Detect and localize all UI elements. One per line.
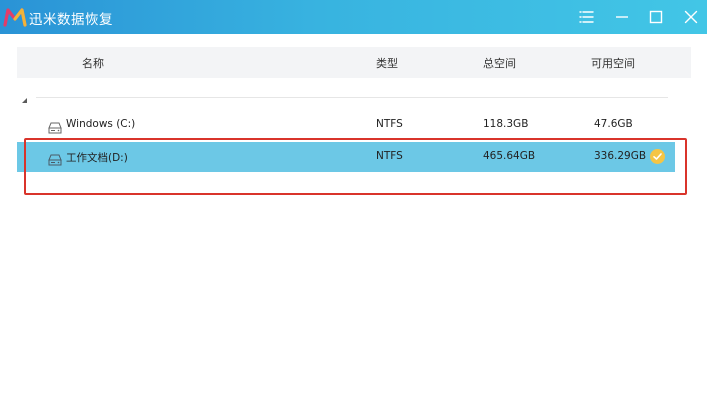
close-icon[interactable] [681,7,701,27]
column-header-free-space[interactable]: 可用空间 [591,55,635,71]
drive-type: NTFS [376,118,403,130]
menu-icon[interactable] [576,7,596,27]
collapse-triangle-icon[interactable] [20,90,30,103]
drive-free-space: 47.6GB [594,118,633,130]
hard-drive-icon [48,119,62,134]
column-header-type[interactable]: 类型 [376,55,398,71]
drive-name: Windows (C:) [66,118,136,130]
table-header: 名称 类型 总空间 可用空间 [17,47,691,78]
column-header-name[interactable]: 名称 [82,55,104,71]
app-logo-icon [3,6,27,28]
app-title: 迅米数据恢复 [29,12,113,28]
column-header-total-space[interactable]: 总空间 [483,55,516,71]
highlight-annotation-box [24,138,687,195]
minimize-icon[interactable] [612,7,632,27]
title-bar: 迅米数据恢复 [0,0,707,34]
drive-total-space: 118.3GB [483,118,529,130]
drive-row-c[interactable]: Windows (C:) NTFS 118.3GB 47.6GB [17,110,675,140]
group-divider [36,97,668,98]
maximize-icon[interactable] [646,7,666,27]
